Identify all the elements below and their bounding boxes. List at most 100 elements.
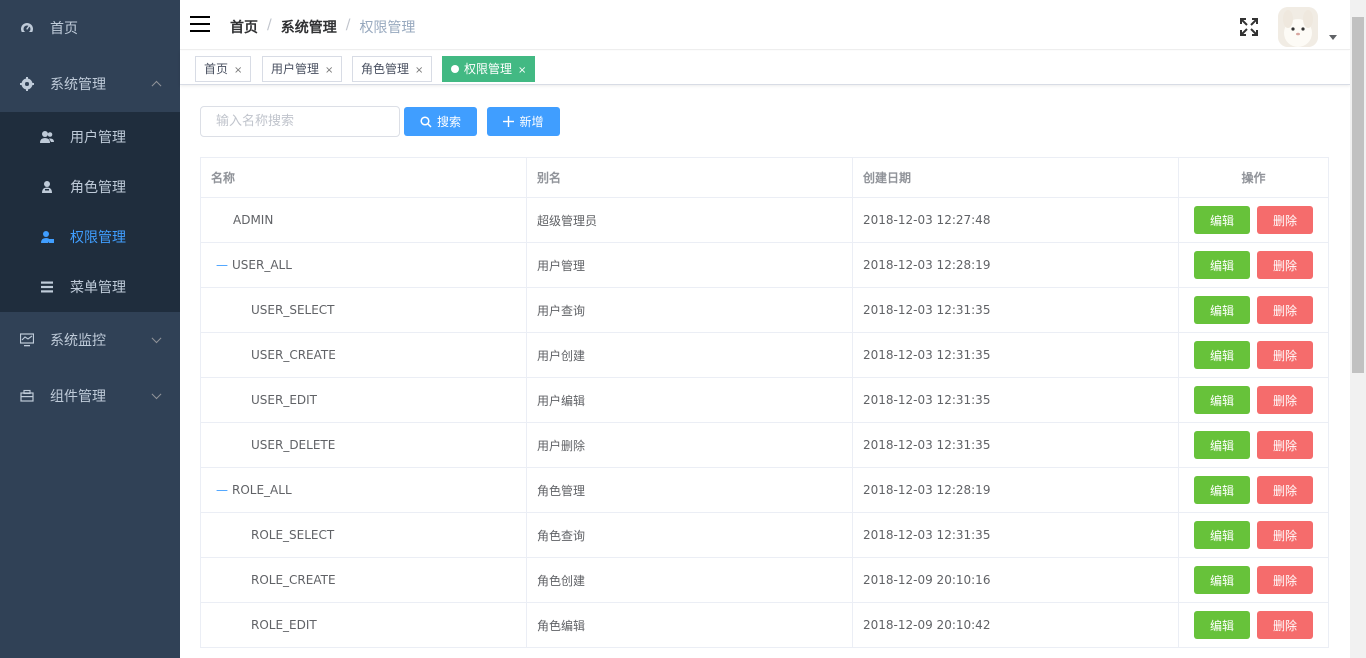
delete-button[interactable]: 删除	[1257, 431, 1313, 459]
collapse-icon[interactable]: —	[216, 258, 228, 272]
cell-name: — ROLE_ALL	[201, 468, 527, 512]
collapse-icon[interactable]: —	[216, 483, 228, 497]
sidebar-item-components[interactable]: 组件管理	[0, 368, 180, 424]
edit-button[interactable]: 编辑	[1194, 611, 1250, 639]
breadcrumb-separator: /	[345, 17, 351, 33]
cell-actions: 编辑 删除	[1179, 198, 1328, 242]
cell-name: USER_DELETE	[201, 423, 527, 467]
cell-name: ROLE_EDIT	[201, 603, 527, 647]
sidebar-item-label: 首页	[50, 21, 78, 37]
fullscreen-icon[interactable]	[1239, 17, 1259, 37]
delete-button[interactable]: 删除	[1257, 251, 1313, 279]
sidebar-item-roles[interactable]: 角色管理	[0, 162, 180, 212]
cell-actions: 编辑 删除	[1179, 468, 1328, 512]
cell-actions: 编辑 删除	[1179, 378, 1328, 422]
add-button-label: 新增	[519, 115, 544, 129]
cell-alias: 用户创建	[527, 333, 853, 377]
permissions-table: 名称 别名 创建日期 操作 ADMIN 超级管理员 2018-12-03 12:27…	[200, 157, 1329, 648]
role-icon	[40, 180, 54, 194]
delete-button[interactable]: 删除	[1257, 521, 1313, 549]
cell-date: 2018-12-03 12:28:19	[853, 243, 1179, 287]
scrollbar-thumb[interactable]	[1352, 17, 1364, 373]
edit-button[interactable]: 编辑	[1194, 521, 1250, 549]
sidebar-item-monitor[interactable]: 系统监控	[0, 312, 180, 368]
sidebar-item-home[interactable]: 首页	[0, 0, 180, 56]
permission-name: USER_DELETE	[251, 438, 336, 452]
breadcrumb-item[interactable]: 系统管理	[281, 17, 337, 37]
cell-actions: 编辑 删除	[1179, 333, 1328, 377]
cell-actions: 编辑 删除	[1179, 513, 1328, 557]
cell-name: USER_EDIT	[201, 378, 527, 422]
delete-button[interactable]: 删除	[1257, 206, 1313, 234]
column-header-name: 名称	[201, 158, 527, 197]
delete-button[interactable]: 删除	[1257, 296, 1313, 324]
cell-actions: 编辑 删除	[1179, 603, 1328, 647]
cell-date: 2018-12-09 20:10:42	[853, 603, 1179, 647]
cell-name: ADMIN	[201, 198, 527, 242]
cell-alias: 角色查询	[527, 513, 853, 557]
tag-users[interactable]: 用户管理 ×	[262, 56, 343, 82]
permission-icon	[40, 230, 54, 244]
breadcrumb-item[interactable]: 首页	[230, 17, 258, 37]
scrollbar[interactable]	[1350, 0, 1366, 658]
edit-button[interactable]: 编辑	[1194, 431, 1250, 459]
permission-name: USER_ALL	[232, 258, 292, 272]
cell-date: 2018-12-03 12:31:35	[853, 288, 1179, 332]
table-row: ROLE_SELECT 角色查询 2018-12-03 12:31:35 编辑 删除	[201, 513, 1328, 558]
avatar[interactable]	[1278, 7, 1318, 47]
edit-button[interactable]: 编辑	[1194, 566, 1250, 594]
caret-down-icon[interactable]	[1329, 35, 1337, 40]
close-icon[interactable]: ×	[415, 65, 423, 76]
table-row: ROLE_CREATE 角色创建 2018-12-09 20:10:16 编辑 删除	[201, 558, 1328, 603]
search-button-label: 搜索	[436, 115, 461, 129]
active-dot-icon	[451, 65, 459, 73]
sidebar-item-label: 权限管理	[70, 230, 126, 246]
edit-button[interactable]: 编辑	[1194, 476, 1250, 504]
hamburger-icon[interactable]	[190, 16, 210, 34]
add-button[interactable]: 新增	[487, 107, 560, 136]
close-icon[interactable]: ×	[518, 65, 526, 76]
permission-name: ADMIN	[233, 213, 274, 227]
edit-button[interactable]: 编辑	[1194, 386, 1250, 414]
tag-roles[interactable]: 角色管理 ×	[352, 56, 433, 82]
cell-actions: 编辑 删除	[1179, 423, 1328, 467]
cell-date: 2018-12-03 12:31:35	[853, 378, 1179, 422]
cell-name: ROLE_CREATE	[201, 558, 527, 602]
cell-name: ROLE_SELECT	[201, 513, 527, 557]
tag-label: 用户管理	[271, 62, 320, 76]
table-row: ROLE_EDIT 角色编辑 2018-12-09 20:10:42 编辑 删除	[201, 603, 1328, 648]
edit-button[interactable]: 编辑	[1194, 206, 1250, 234]
tag-permissions[interactable]: 权限管理 ×	[442, 56, 536, 82]
sidebar-item-label: 角色管理	[70, 180, 126, 196]
sidebar-item-users[interactable]: 用户管理	[0, 112, 180, 162]
search-icon	[420, 115, 432, 128]
delete-button[interactable]: 删除	[1257, 341, 1313, 369]
delete-button[interactable]: 删除	[1257, 386, 1313, 414]
tag-home[interactable]: 首页 ×	[195, 56, 252, 82]
edit-button[interactable]: 编辑	[1194, 251, 1250, 279]
cell-alias: 角色创建	[527, 558, 853, 602]
permission-name: USER_SELECT	[251, 303, 335, 317]
table-row: ADMIN 超级管理员 2018-12-03 12:27:48 编辑 删除	[201, 198, 1328, 243]
table-row: — ROLE_ALL 角色管理 2018-12-03 12:28:19 编辑 删除	[201, 468, 1328, 513]
search-input[interactable]	[200, 106, 400, 137]
delete-button[interactable]: 删除	[1257, 566, 1313, 594]
table-row: USER_CREATE 用户创建 2018-12-03 12:31:35 编辑 删除	[201, 333, 1328, 378]
search-button[interactable]: 搜索	[404, 107, 477, 136]
delete-button[interactable]: 删除	[1257, 476, 1313, 504]
column-header-actions: 操作	[1241, 171, 1266, 185]
permission-name: ROLE_EDIT	[251, 618, 317, 632]
sidebar-item-menus[interactable]: 菜单管理	[0, 262, 180, 312]
delete-button[interactable]: 删除	[1257, 611, 1313, 639]
sidebar-item-permissions[interactable]: 权限管理	[0, 212, 180, 262]
tag-label: 权限管理	[464, 62, 513, 76]
close-icon[interactable]: ×	[234, 65, 242, 76]
permission-name: ROLE_CREATE	[251, 573, 336, 587]
edit-button[interactable]: 编辑	[1194, 296, 1250, 324]
close-icon[interactable]: ×	[325, 65, 333, 76]
sidebar-item-label: 系统管理	[50, 77, 106, 93]
sidebar-item-system[interactable]: 系统管理	[0, 56, 180, 112]
edit-button[interactable]: 编辑	[1194, 341, 1250, 369]
cell-alias: 角色编辑	[527, 603, 853, 647]
plus-icon	[503, 116, 515, 127]
